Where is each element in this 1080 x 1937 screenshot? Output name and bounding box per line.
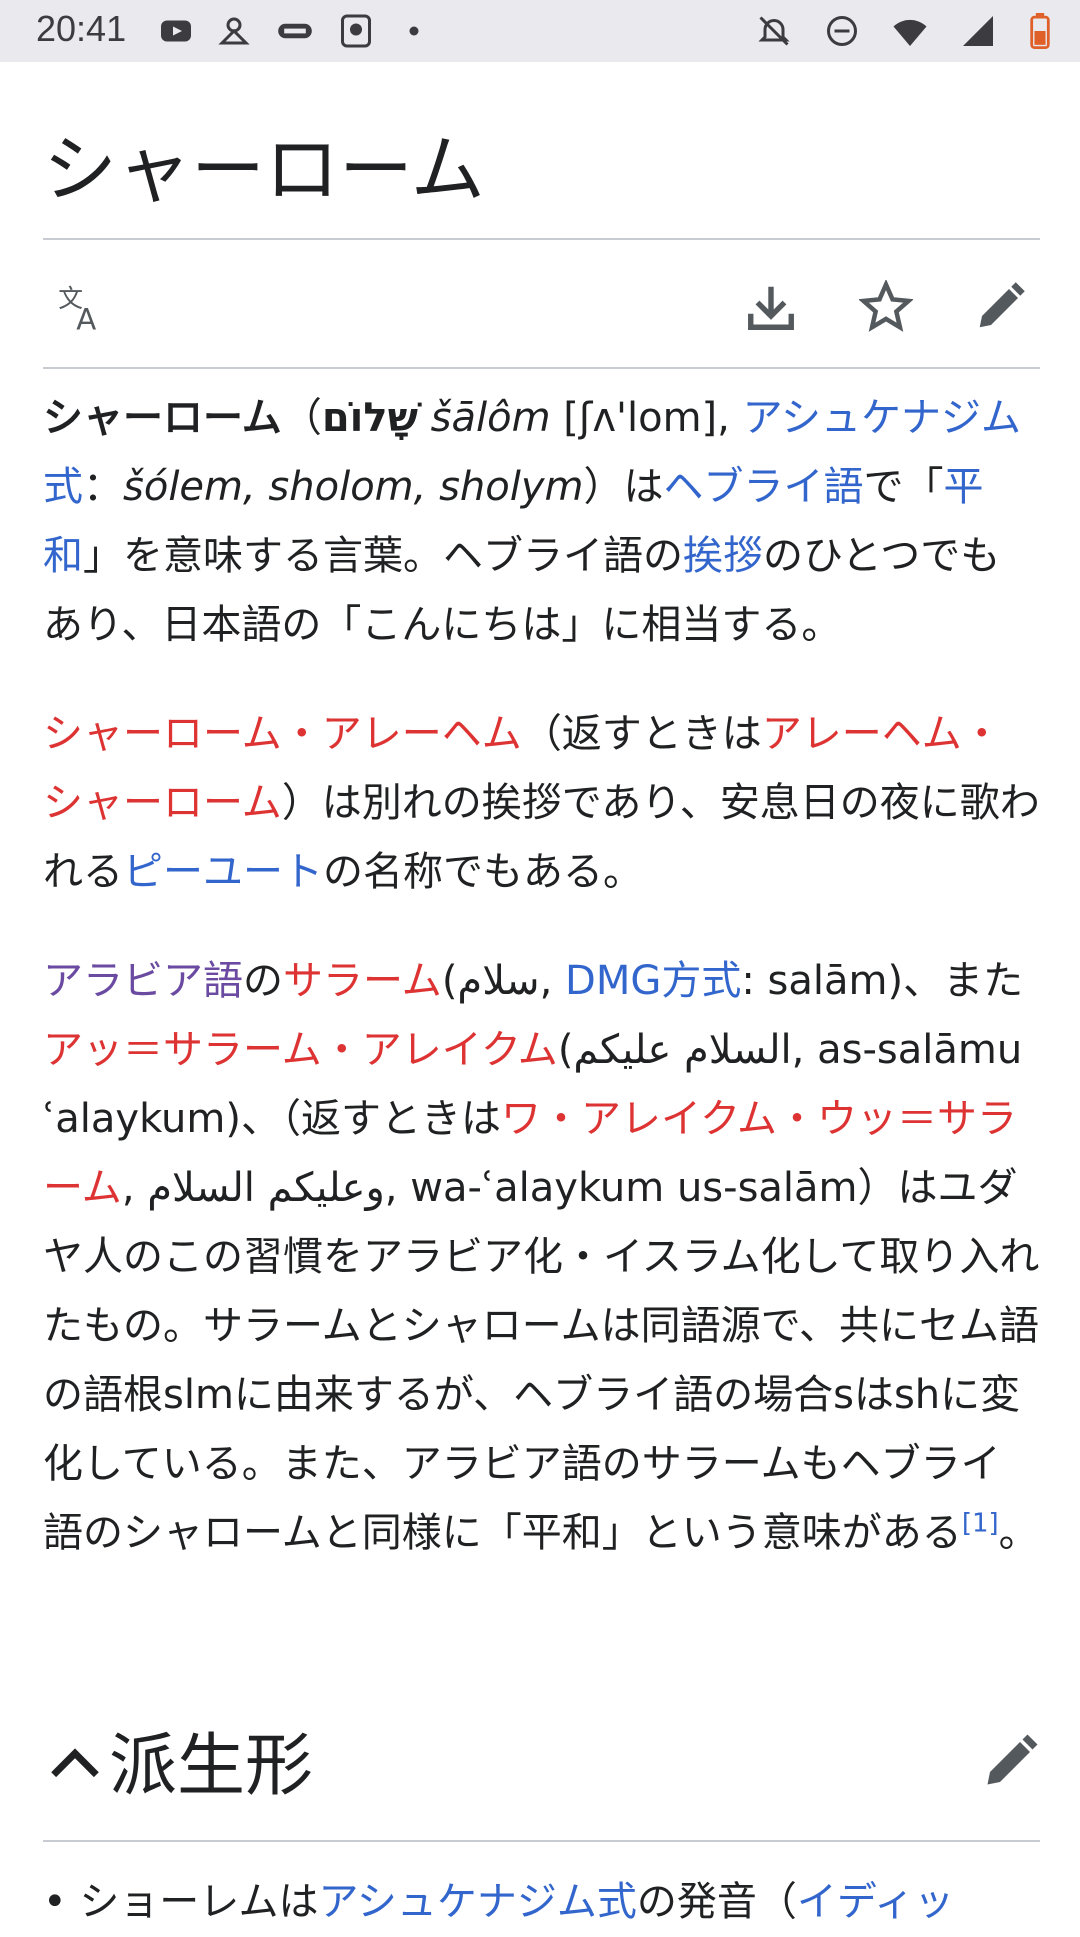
paragraph-aleichem: シャーローム・アレーヘム（返すときはアレーヘム・シャーローム）は別れの挨拶であり… bbox=[43, 711, 1040, 895]
paragraph-intro: シャーローム（שָׁלוֹם šālôm [ʃʌ'lom], アシュケナジム式：… bbox=[43, 395, 1021, 648]
link-arabic[interactable]: アラビア語 bbox=[43, 958, 243, 1004]
section-edit-icon[interactable] bbox=[980, 1732, 1040, 1792]
signal-icon bbox=[958, 12, 998, 50]
link-yiddish[interactable]: イディッ bbox=[797, 1879, 954, 1925]
link-piyyut[interactable]: ピーユート bbox=[123, 849, 323, 895]
app-icon bbox=[214, 12, 254, 50]
system-icons bbox=[754, 12, 1054, 50]
game-icon bbox=[336, 12, 376, 50]
dnd-icon bbox=[822, 12, 862, 50]
mute-icon bbox=[754, 12, 794, 50]
youtube-icon bbox=[156, 12, 196, 50]
list-item: • ショーレムはアシュケナジム式の発音（イディッ bbox=[43, 1879, 955, 1925]
dot-icon bbox=[394, 12, 434, 50]
edit-button[interactable] bbox=[960, 262, 1040, 352]
link-hebrew[interactable]: ヘブライ語 bbox=[664, 464, 864, 510]
language-button[interactable]: 文 A bbox=[43, 262, 123, 352]
article-content: シャーローム（שָׁלוֹם šālôm [ʃʌ'lom], アシュケナジム式：… bbox=[43, 384, 1040, 1608]
reference-1[interactable]: [1] bbox=[962, 1509, 999, 1539]
notification-icons bbox=[156, 12, 434, 50]
svg-text:A: A bbox=[76, 303, 96, 335]
link-greeting[interactable]: 挨拶 bbox=[683, 533, 763, 579]
link-dmg[interactable]: DMG方式 bbox=[565, 958, 741, 1004]
download-icon bbox=[748, 286, 794, 330]
paragraph-arabic: アラビア語のサラーム(سلام, DMG方式: salām)、またアッ＝サラーム… bbox=[43, 958, 1040, 1556]
hebrew-text: שָׁלוֹם bbox=[321, 395, 418, 441]
page-actions-toolbar: 文 A bbox=[43, 262, 1040, 352]
status-bar: 20:41 bbox=[0, 0, 1080, 62]
chevron-up-icon[interactable] bbox=[43, 1732, 107, 1796]
star-icon bbox=[859, 280, 913, 332]
download-button[interactable] bbox=[731, 262, 811, 352]
link-ashkenazi-2[interactable]: アシュケナジム式 bbox=[319, 1879, 637, 1925]
link-salam[interactable]: サラーム bbox=[283, 958, 442, 1004]
term-bold: シャーローム bbox=[43, 395, 282, 441]
section-title: 派生形 bbox=[109, 1727, 314, 1806]
link-shalom-aleichem[interactable]: シャーローム・アレーヘム bbox=[43, 711, 522, 757]
status-time: 20:41 bbox=[36, 8, 127, 49]
section-divider bbox=[43, 1840, 1040, 1842]
section-header-derivatives[interactable]: 派生形 bbox=[43, 1710, 1040, 1820]
spoon-icon bbox=[272, 12, 318, 50]
title-divider bbox=[43, 238, 1040, 240]
link-assalamu-alaikum[interactable]: アッ＝サラーム・アレイクム bbox=[43, 1027, 558, 1073]
translate-icon: 文 A bbox=[58, 284, 96, 335]
wifi-icon bbox=[890, 12, 930, 50]
page-title: シャーローム bbox=[43, 127, 485, 213]
battery-icon bbox=[1026, 12, 1054, 50]
toolbar-divider bbox=[43, 367, 1040, 369]
watch-star-button[interactable] bbox=[846, 262, 926, 352]
pencil-icon bbox=[979, 282, 1025, 328]
